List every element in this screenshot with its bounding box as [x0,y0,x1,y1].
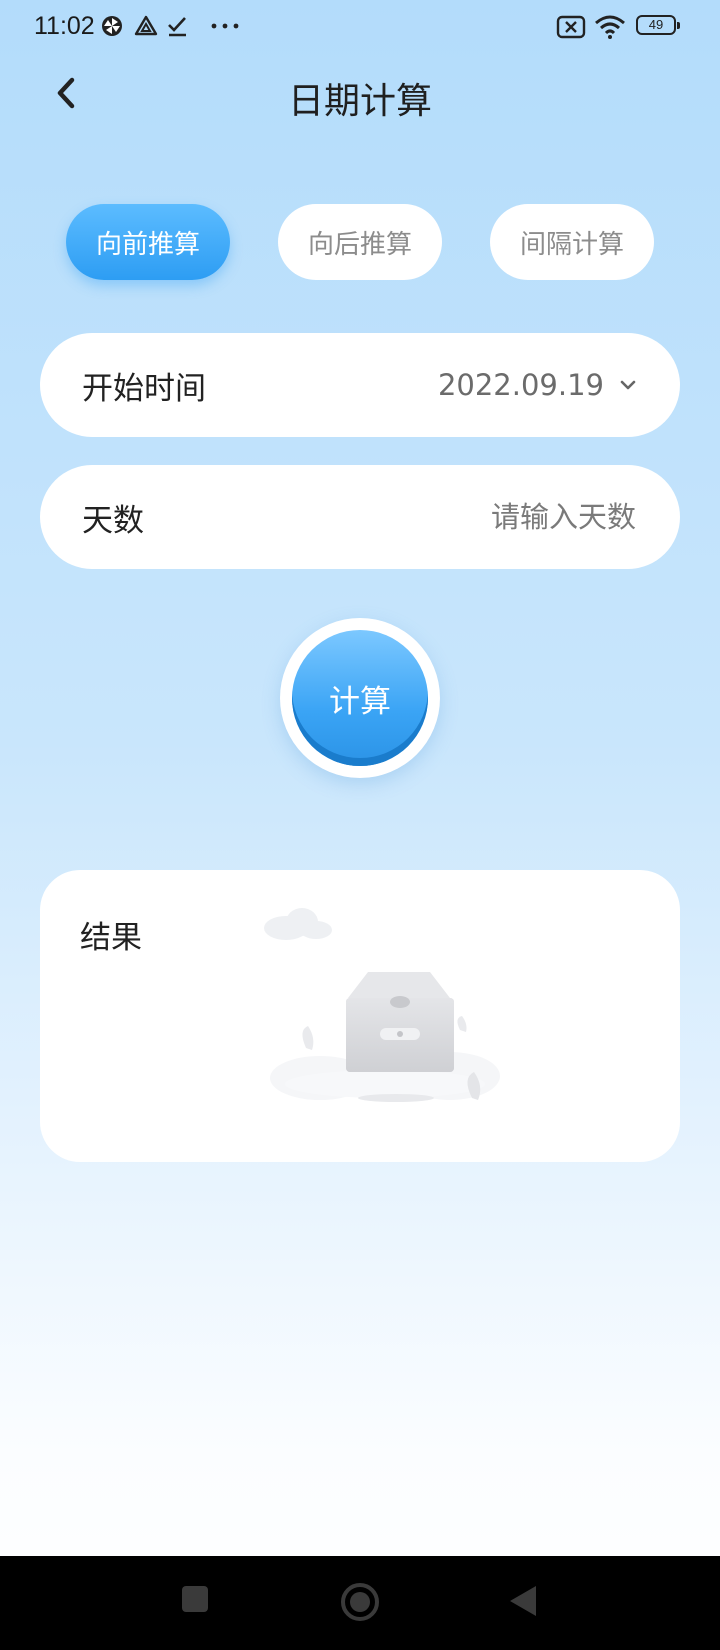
system-nav-bar [0,1556,720,1650]
status-time: 11:02 [34,12,95,40]
result-title: 结果 [80,920,142,956]
back-icon[interactable] [506,1582,540,1620]
triangle-app-icon [134,15,158,36]
days-label: 天数 [82,502,144,539]
days-field[interactable]: 天数 [40,465,680,569]
result-card: 结果 [40,870,680,1162]
start-date-label: 开始时间 [82,370,206,407]
header: 日期计算 [0,60,720,130]
calc-button-ring: 计算 [280,618,440,778]
days-input[interactable] [374,499,638,535]
status-bar: 11:02 49 [0,0,720,54]
start-date-field[interactable]: 开始时间 2022.09.19 [40,333,680,437]
tab-interval[interactable]: 间隔计算 [490,204,654,280]
no-sim-icon [556,15,586,39]
battery-icon: 49 [636,15,680,35]
home-icon[interactable] [338,1582,382,1626]
pinwheel-icon [102,16,122,36]
calculate-button[interactable]: 计算 [292,630,428,766]
wifi-icon [595,15,625,39]
checkmark-icon [168,17,186,37]
chevron-down-icon [620,380,636,390]
tab-backward[interactable]: 向后推算 [278,204,442,280]
recent-apps-icon[interactable] [178,1582,212,1616]
start-date-value-wrap[interactable]: 2022.09.19 [438,368,638,402]
start-date-value: 2022.09.19 [437,368,604,402]
tab-forward[interactable]: 向前推算 [66,204,230,280]
page-title: 日期计算 [287,81,432,122]
more-dots-icon [211,23,239,29]
empty-box-illustration [264,908,500,1102]
